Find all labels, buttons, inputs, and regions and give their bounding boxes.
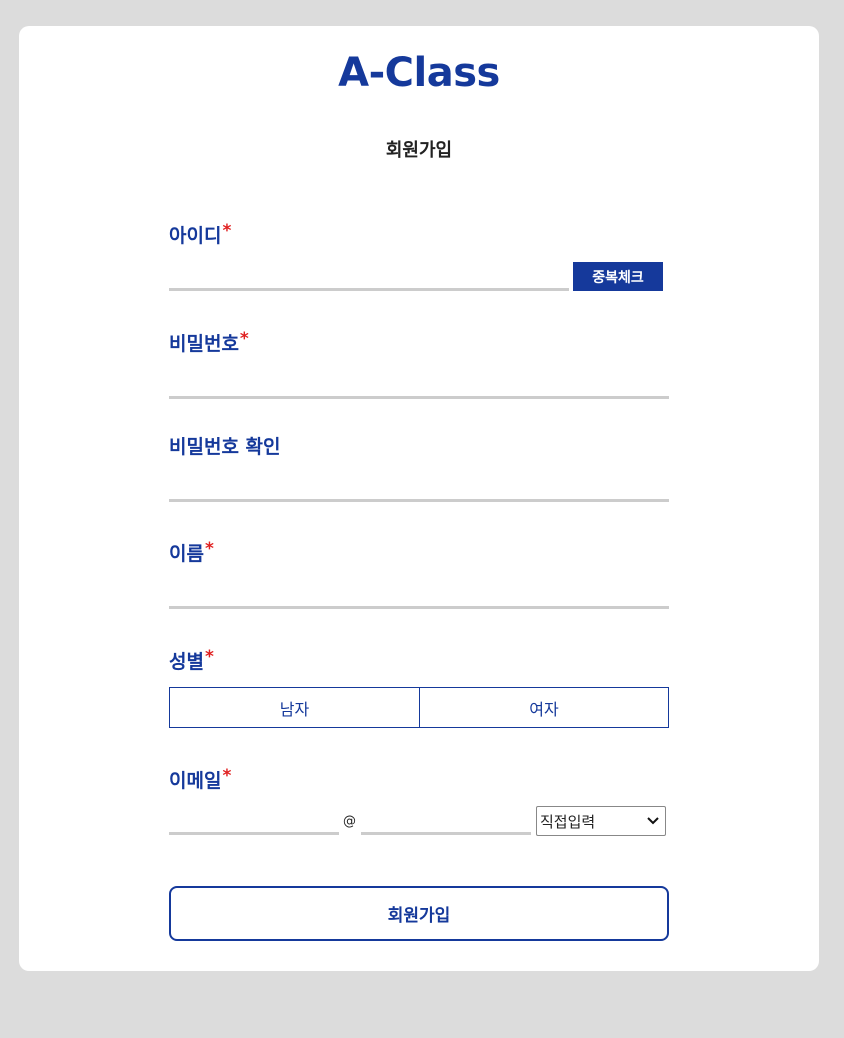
signup-submit-button[interactable]: 회원가입	[169, 886, 669, 941]
userid-input[interactable]	[169, 257, 569, 291]
required-mark: *	[204, 539, 214, 559]
password-input[interactable]	[169, 365, 669, 399]
password-confirm-input[interactable]	[169, 468, 669, 502]
duplicate-check-button[interactable]: 중복체크	[573, 262, 663, 291]
password-confirm-label-text: 비밀번호 확인	[169, 436, 281, 458]
page-title: 회원가입	[385, 140, 453, 161]
name-label: 이름*	[169, 539, 214, 566]
email-at-sign: @	[343, 814, 356, 829]
password-label: 비밀번호*	[169, 329, 249, 356]
required-mark: *	[239, 329, 249, 349]
name-label-text: 이름	[169, 543, 204, 565]
password-label-text: 비밀번호	[169, 333, 239, 355]
email-select-value: 직접입력	[540, 812, 596, 831]
email-local-input[interactable]	[169, 801, 339, 835]
gender-label: 성별*	[169, 647, 214, 674]
email-label: 이메일*	[169, 766, 231, 793]
userid-label-text: 아이디	[169, 225, 222, 247]
chevron-down-icon	[647, 814, 659, 828]
brand-logo[interactable]: A-Class	[19, 50, 819, 96]
gender-female-button[interactable]: 여자	[419, 687, 669, 728]
email-domain-select[interactable]: 직접입력	[536, 806, 666, 836]
email-label-text: 이메일	[169, 770, 222, 792]
required-mark: *	[222, 221, 232, 241]
userid-label: 아이디*	[169, 221, 231, 248]
gender-label-text: 성별	[169, 651, 204, 673]
gender-male-button[interactable]: 남자	[169, 687, 420, 728]
email-domain-input[interactable]	[361, 801, 531, 835]
required-mark: *	[222, 766, 232, 786]
required-mark: *	[204, 647, 214, 667]
password-confirm-label: 비밀번호 확인	[169, 432, 281, 459]
name-input[interactable]	[169, 575, 669, 609]
